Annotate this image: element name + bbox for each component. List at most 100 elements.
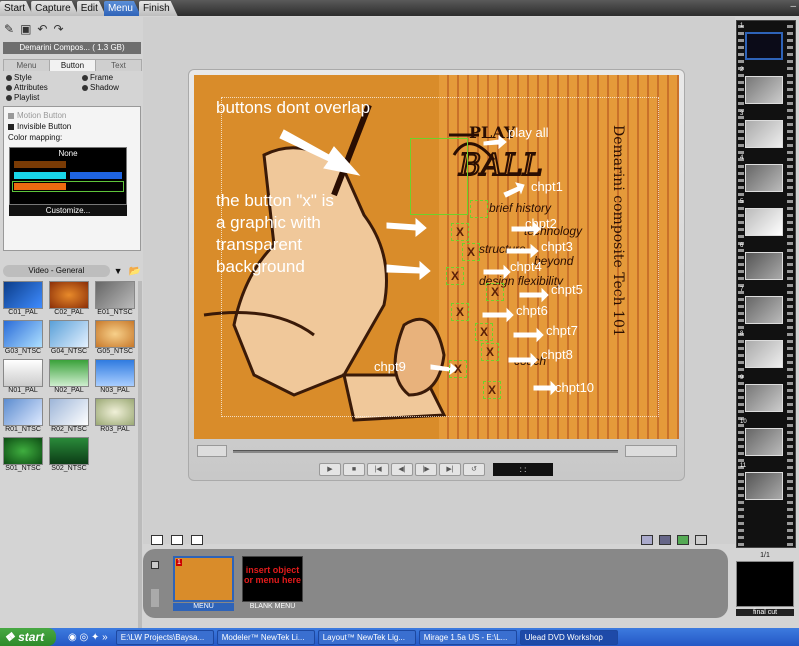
subtab-text[interactable]: Text (95, 59, 142, 71)
subtab-button[interactable]: Button (49, 59, 96, 71)
option-frame[interactable]: Frame (82, 73, 113, 83)
wizard-icon[interactable]: ✎ (4, 22, 14, 36)
preview-icon[interactable] (641, 535, 653, 545)
customize-button[interactable]: Customize... (9, 205, 127, 216)
tray-scroll-handle[interactable] (151, 589, 159, 607)
library-item[interactable]: S02_NTSC (49, 437, 93, 475)
view-list-icon[interactable] (191, 535, 203, 545)
library-item[interactable]: S01_NTSC (3, 437, 47, 475)
view-grid-icon[interactable] (171, 535, 183, 545)
repeat-icon[interactable]: ↺ (463, 463, 485, 476)
swatch-cyan[interactable] (14, 172, 66, 179)
filmstrip-frame[interactable] (745, 384, 783, 412)
chapter-button-7[interactable]: X (475, 323, 493, 341)
library-item[interactable]: R03_PAL (95, 398, 139, 436)
library-item[interactable]: E01_NTSC (95, 281, 139, 319)
chapter-button-10[interactable]: X (483, 381, 501, 399)
library-dropdown[interactable]: Video - General (3, 265, 110, 277)
blank-menu-thumbnail[interactable]: insert object or menu here (242, 556, 303, 602)
filmstrip-frame[interactable] (745, 120, 783, 148)
taskbar-item-layout[interactable]: Layout™ NewTek Lig... (317, 629, 416, 645)
preview-scrubber[interactable] (233, 450, 618, 453)
library-item[interactable]: R02_NTSC (49, 398, 93, 436)
tab-start[interactable]: Start (0, 1, 33, 16)
option-style[interactable]: Style (6, 73, 32, 83)
redo-icon[interactable]: ↷ (53, 22, 63, 36)
chapter-button-1[interactable] (470, 200, 488, 218)
windows-logo-icon: ❖ (4, 630, 15, 644)
library-item[interactable]: N03_PAL (95, 359, 139, 397)
view-single-icon[interactable] (151, 535, 163, 545)
library-item[interactable]: C02_PAL (49, 281, 93, 319)
library-scrollbar[interactable] (138, 281, 142, 631)
chapter-button-9[interactable]: X (449, 360, 467, 378)
filmstrip-frame[interactable] (745, 340, 783, 368)
tab-capture[interactable]: Capture (31, 1, 79, 16)
library-item[interactable]: N02_PAL (49, 359, 93, 397)
stop-icon[interactable]: ■ (343, 463, 365, 476)
filmstrip-frame[interactable] (745, 252, 783, 280)
library-item[interactable]: G03_NTSC (3, 320, 47, 358)
prev-next-buttons[interactable] (197, 445, 227, 457)
forward-icon[interactable]: |▶ (415, 463, 437, 476)
swatch-orange[interactable] (14, 183, 66, 190)
chapter-button-5[interactable]: X (486, 283, 504, 301)
tab-menu[interactable]: Menu (104, 1, 141, 16)
menu-thumbnail[interactable]: 1 (173, 556, 234, 602)
add-menu-icon[interactable] (677, 535, 689, 545)
subtab-menu[interactable]: Menu (3, 59, 50, 71)
filmstrip-frame[interactable] (745, 208, 783, 236)
tab-edit[interactable]: Edit (77, 1, 106, 16)
start-button[interactable]: ❖ start (0, 628, 56, 646)
library-item[interactable]: C01_PAL (3, 281, 47, 319)
motion-button-checkbox[interactable]: Motion Button (8, 111, 66, 120)
taskbar-item-explorer[interactable]: E:\LW Projects\Baysa... (115, 629, 214, 645)
swatch-none[interactable]: None (10, 149, 126, 158)
rewind-icon[interactable]: ◀| (391, 463, 413, 476)
option-attributes[interactable]: Attributes (6, 83, 48, 93)
library-item[interactable]: R01_NTSC (3, 398, 47, 436)
folder-icon[interactable]: 📂 (129, 266, 141, 277)
quicklaunch-icons[interactable]: ◉ ◎ ✦ » (68, 632, 108, 643)
timecode-display[interactable]: : : (493, 463, 553, 476)
tv-icon[interactable] (695, 535, 707, 545)
filmstrip-frame[interactable] (745, 164, 783, 192)
home-icon[interactable]: |◀ (367, 463, 389, 476)
tab-finish[interactable]: Finish (139, 1, 178, 16)
chapter-button-3[interactable]: X (462, 243, 480, 261)
chapter-filmstrip: 1 2 3 4 5 6 7 8 9 10 11 (736, 20, 796, 548)
preview-right-buttons[interactable] (625, 445, 677, 457)
swatch-brown[interactable] (14, 161, 66, 168)
chapter-button-8[interactable]: X (481, 343, 499, 361)
end-icon[interactable]: ▶| (439, 463, 461, 476)
chapter-button-6[interactable]: X (451, 303, 469, 321)
filmstrip-frame[interactable] (745, 428, 783, 456)
taskbar-item-modeler[interactable]: Modeler™ NewTek Li... (216, 629, 315, 645)
window-close-icon[interactable]: – (790, 1, 796, 12)
invisible-button-checkbox[interactable]: Invisible Button (8, 122, 71, 131)
filmstrip-frame[interactable] (745, 296, 783, 324)
undo-icon[interactable]: ↶ (37, 22, 47, 36)
frame-number: 3 (740, 111, 744, 117)
taskbar-item-mirage[interactable]: Mirage 1.5a US - E:\L... (418, 629, 517, 645)
final-cut-thumbnail[interactable] (736, 561, 794, 607)
main-workspace: PLAY BALL brief history technology struc… (143, 17, 735, 545)
play-icon[interactable]: ▶ (319, 463, 341, 476)
filmstrip-frame[interactable] (745, 76, 783, 104)
filmstrip-frame[interactable] (745, 32, 783, 60)
option-playlist[interactable]: Playlist (6, 93, 39, 103)
filmstrip-frame[interactable] (745, 472, 783, 500)
library-item[interactable]: N01_PAL (3, 359, 47, 397)
chapter-button-4[interactable]: X (446, 267, 464, 285)
option-shadow[interactable]: Shadow (82, 83, 119, 93)
swatch-blue[interactable] (70, 172, 122, 179)
label-chpt9: chpt9 (374, 359, 406, 374)
monitor-icon[interactable] (659, 535, 671, 545)
tray-icon[interactable] (151, 561, 159, 569)
library-item[interactable]: G05_NTSC (95, 320, 139, 358)
chevron-down-icon[interactable]: ▼ (114, 266, 123, 276)
chapter-button-2[interactable]: X (451, 223, 469, 241)
taskbar-item-dvd-workshop[interactable]: Ulead DVD Workshop (519, 629, 618, 645)
save-icon[interactable]: ▣ (20, 22, 31, 36)
library-item[interactable]: G04_NTSC (49, 320, 93, 358)
